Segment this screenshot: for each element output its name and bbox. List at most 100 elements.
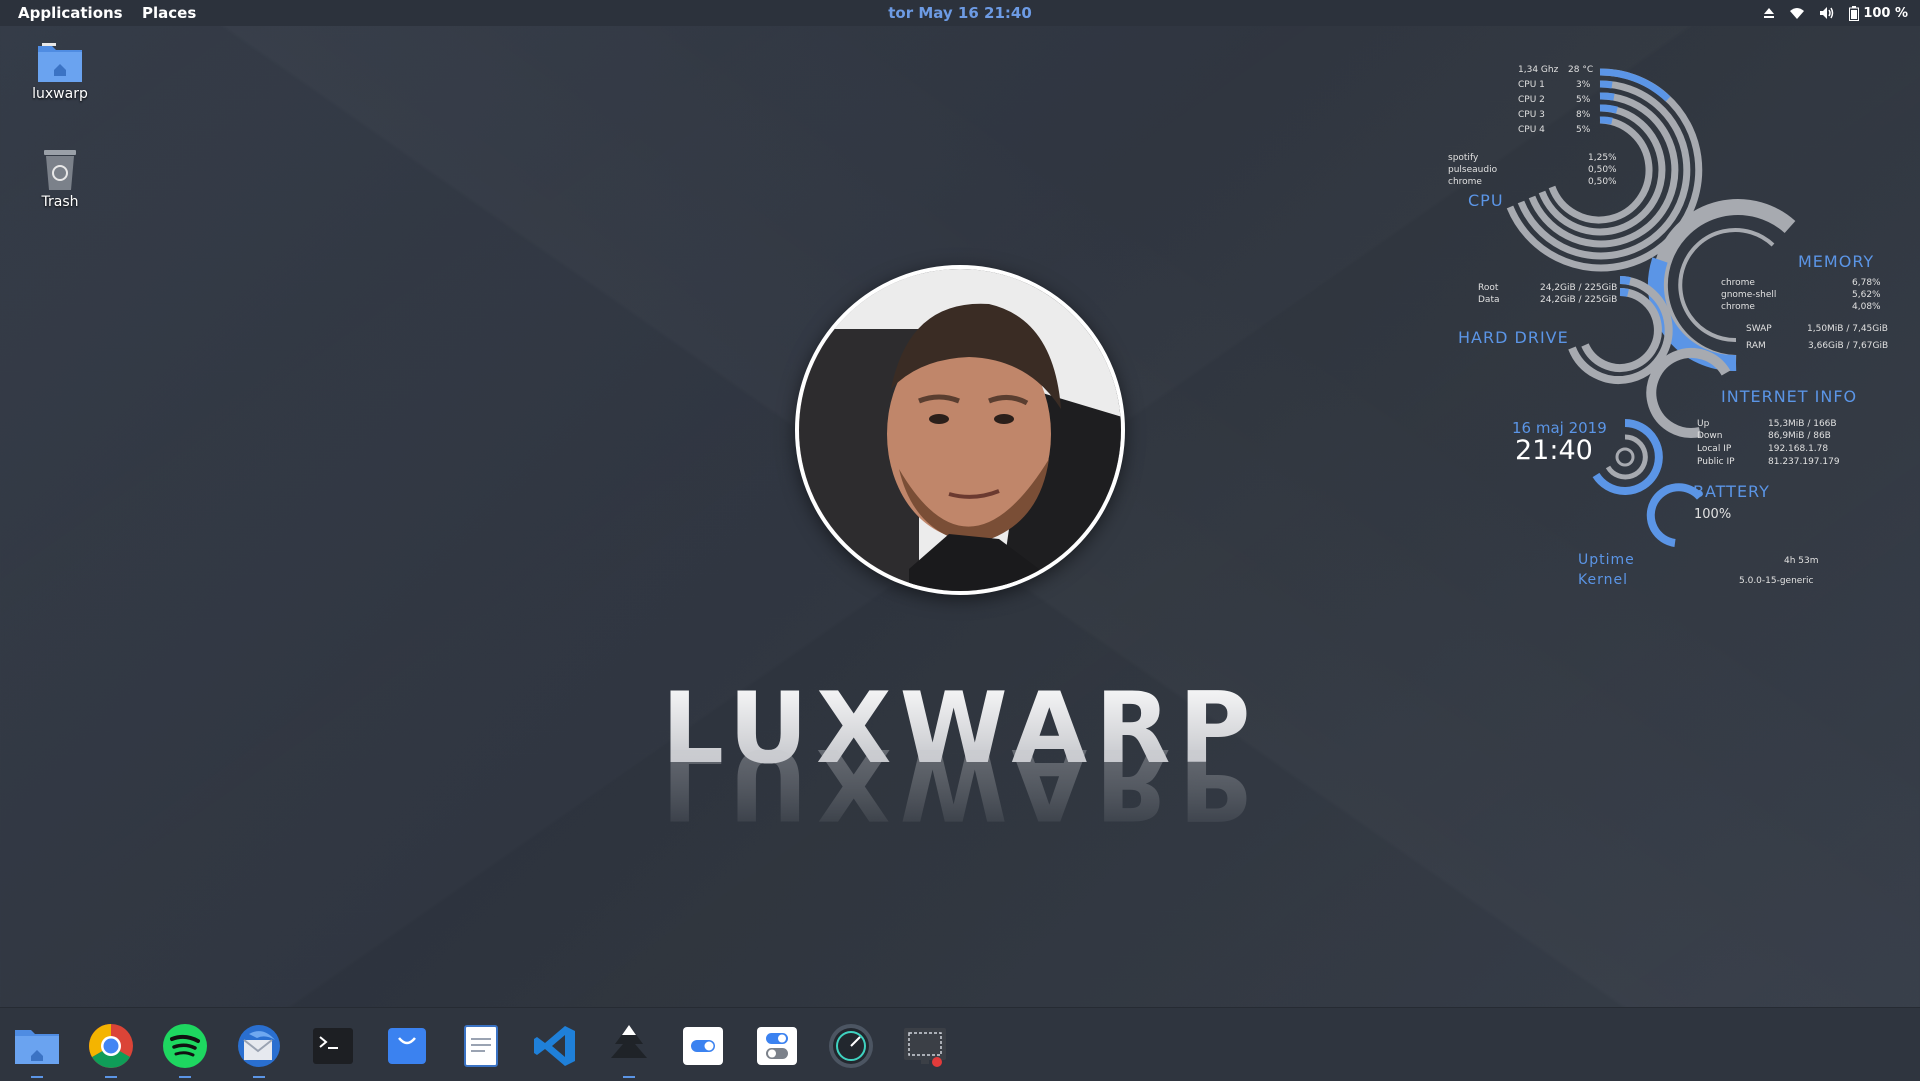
vscode-icon [534, 1026, 575, 1066]
dock-item-settings[interactable] [753, 1022, 801, 1070]
cpu-temperature: 28 °C [1568, 65, 1594, 75]
net-label: Down [1697, 431, 1723, 441]
dock-item-chrome[interactable] [87, 1022, 135, 1078]
net-label: Public IP [1697, 457, 1735, 467]
inkscape-icon [611, 1025, 647, 1058]
spotify-icon [163, 1024, 207, 1068]
desktop-icon-home[interactable]: luxwarp [15, 40, 105, 102]
kernel-label: Kernel [1578, 572, 1628, 588]
swap-value: 1,50MiB / 7,45GiB [1807, 324, 1888, 334]
top-panel: Applications Places tor May 16 21:40 100… [0, 0, 1920, 26]
swap-label: SWAP [1746, 324, 1772, 334]
disk-label: Data [1478, 295, 1500, 305]
net-label: Up [1697, 419, 1710, 429]
dock [0, 1007, 1920, 1081]
conky-system-monitor: 1,34 Ghz 28 °C CPU 1 3% CPU 2 5% CPU 3 8… [1400, 55, 1920, 615]
home-folder-icon [38, 43, 82, 82]
cpu-process-name: chrome [1448, 177, 1482, 187]
battery-heading: BATTERY [1693, 482, 1770, 501]
dock-item-terminal[interactable] [309, 1022, 357, 1070]
memory-process-value: 5,62% [1852, 290, 1881, 300]
clock-text[interactable]: tor May 16 21:40 [888, 4, 1032, 22]
toggle-icon [683, 1027, 723, 1065]
memory-process-value: 4,08% [1852, 302, 1881, 312]
net-value: 86,9MiB / 86B [1768, 431, 1831, 441]
dock-item-text-editor[interactable] [457, 1022, 505, 1070]
desktop-icon-label: luxwarp [32, 86, 88, 102]
profile-avatar [795, 265, 1125, 595]
cpu-core-label: CPU 4 [1518, 125, 1545, 135]
cpu-core-label: CPU 2 [1518, 95, 1545, 105]
running-indicator [179, 1076, 191, 1078]
dock-item-stacer[interactable] [827, 1022, 875, 1070]
ram-label: RAM [1746, 341, 1766, 351]
brand-reflection: LUXWARP [0, 750, 1920, 840]
panel-clock: tor May 16 21:40 [0, 4, 1920, 22]
disk-value: 24,2GiB / 225GiB [1540, 283, 1618, 293]
portrait-image [799, 269, 1121, 591]
disk-label: Root [1478, 283, 1499, 293]
dock-item-inkscape[interactable] [605, 1022, 653, 1078]
store-icon [388, 1028, 426, 1064]
desktop-icon-trash[interactable]: Trash [15, 148, 105, 210]
trash-icon [44, 150, 76, 190]
dock-item-thunderbird[interactable] [235, 1022, 283, 1078]
thunderbird-icon [238, 1025, 280, 1067]
cpu-process-value: 0,50% [1588, 165, 1617, 175]
net-value: 15,3MiB / 166B [1768, 419, 1837, 429]
cpu-core-value: 5% [1576, 95, 1591, 105]
memory-process-value: 6,78% [1852, 278, 1881, 288]
memory-heading: MEMORY [1798, 252, 1875, 271]
dock-item-spotify[interactable] [161, 1022, 209, 1078]
hard-drive-heading: HARD DRIVE [1458, 328, 1569, 347]
files-icon [15, 1030, 59, 1064]
net-value: 192.168.1.78 [1768, 444, 1829, 454]
cpu-core-label: CPU 3 [1518, 110, 1545, 120]
cpu-frequency: 1,34 Ghz [1518, 65, 1559, 75]
cpu-process-name: pulseaudio [1448, 165, 1498, 175]
dock-item-screenshot[interactable] [901, 1022, 949, 1070]
switches-icon [757, 1027, 797, 1065]
running-indicator [253, 1076, 265, 1078]
memory-process-name: chrome [1721, 302, 1755, 312]
battery-icon [1849, 5, 1860, 21]
uptime-label: Uptime [1578, 552, 1635, 568]
cpu-core-value: 5% [1576, 125, 1591, 135]
system-tray: 100 % [1763, 3, 1908, 23]
ram-value: 3,66GiB / 7,67GiB [1808, 341, 1889, 351]
cpu-process-value: 0,50% [1588, 177, 1617, 187]
text-editor-icon [464, 1025, 498, 1067]
terminal-icon [313, 1028, 353, 1064]
stacer-icon [829, 1024, 873, 1068]
battery-value: 100% [1694, 507, 1732, 522]
cpu-process-value: 1,25% [1588, 153, 1617, 163]
dock-item-files[interactable] [13, 1022, 61, 1078]
dock-item-tweaks[interactable] [679, 1022, 727, 1070]
dock-item-store[interactable] [383, 1022, 431, 1070]
chrome-icon [89, 1024, 133, 1068]
battery-percentage: 100 % [1863, 5, 1908, 21]
conky-time: 21:40 [1515, 435, 1593, 466]
uptime-value: 4h 53m [1784, 556, 1819, 566]
cpu-heading: CPU [1468, 191, 1504, 210]
dock-item-vscode[interactable] [531, 1022, 579, 1070]
cpu-core-value: 3% [1576, 80, 1591, 90]
wifi-icon[interactable] [1789, 6, 1805, 20]
net-value: 81.237.197.179 [1768, 457, 1840, 467]
cpu-core-value: 8% [1576, 110, 1591, 120]
desktop-icon-label: Trash [41, 194, 79, 210]
volume-icon[interactable] [1819, 6, 1835, 20]
battery-indicator[interactable]: 100 % [1849, 5, 1908, 21]
cpu-core-label: CPU 1 [1518, 80, 1545, 90]
running-indicator [31, 1076, 43, 1078]
internet-heading: INTERNET INFO [1721, 387, 1858, 406]
disk-value: 24,2GiB / 225GiB [1540, 295, 1618, 305]
eject-icon[interactable] [1763, 7, 1775, 19]
net-label: Local IP [1697, 444, 1732, 454]
memory-process-name: chrome [1721, 278, 1755, 288]
kernel-value: 5.0.0-15-generic [1739, 576, 1814, 586]
memory-process-name: gnome-shell [1721, 290, 1777, 300]
running-indicator [623, 1076, 635, 1078]
cpu-process-name: spotify [1448, 153, 1479, 163]
brand-reflection-text: LUXWARP [662, 750, 1259, 840]
